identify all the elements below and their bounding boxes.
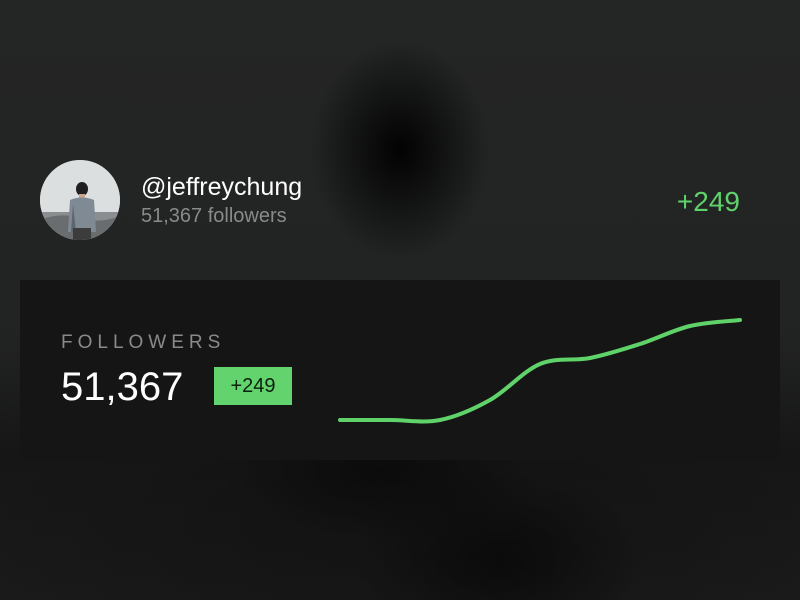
followers-count-text: 51,367 followers: [141, 205, 287, 227]
username[interactable]: @jeffreychung: [141, 173, 302, 202]
followers-trend-chart: [338, 318, 742, 424]
avatar[interactable]: [40, 160, 120, 240]
profile-header: @jeffreychung 51,367 followers +249: [40, 160, 760, 240]
trend-line: [338, 318, 742, 424]
followers-card: FOLLOWERS 51,367 +249: [20, 280, 780, 460]
followers-delta: +249: [676, 186, 740, 217]
avatar-photo: [40, 160, 120, 240]
